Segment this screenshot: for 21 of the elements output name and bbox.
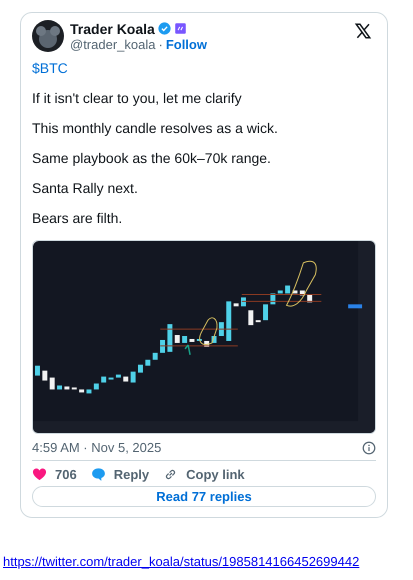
- speech-bubble-icon: [90, 467, 106, 482]
- cashtag-link[interactable]: $BTC: [32, 60, 376, 77]
- tweet-text: If it isn't clear to you, let me clarify: [32, 90, 243, 107]
- reply-button[interactable]: Reply: [90, 467, 150, 482]
- read-replies-button[interactable]: Read 77 replies: [32, 486, 376, 507]
- timestamp[interactable]: 4:59 AM · Nov 5, 2025: [32, 440, 162, 455]
- tweet-text: Same playbook as the 60k–70k range.: [32, 150, 272, 167]
- avatar[interactable]: [32, 20, 64, 52]
- tweet-text: This monthly candle resolves as a wick.: [32, 120, 279, 137]
- author-handle[interactable]: @trader_koala: [70, 36, 156, 52]
- like-button[interactable]: 706: [32, 467, 77, 482]
- tweet-text: Santa Rally next.: [32, 180, 139, 197]
- tweet-url-link[interactable]: https://twitter.com/trader_koala/status/1985814166452699442: [3, 554, 360, 569]
- copy-link-button[interactable]: Copy link: [163, 467, 245, 482]
- follow-link[interactable]: Follow: [166, 36, 207, 52]
- x-logo-icon[interactable]: [354, 22, 372, 40]
- author-name[interactable]: Trader Koala: [70, 20, 155, 36]
- tweet-text: Bears are filth.: [32, 210, 124, 227]
- info-icon[interactable]: [362, 440, 376, 454]
- separator: ·: [158, 36, 163, 52]
- heart-icon: [32, 467, 47, 482]
